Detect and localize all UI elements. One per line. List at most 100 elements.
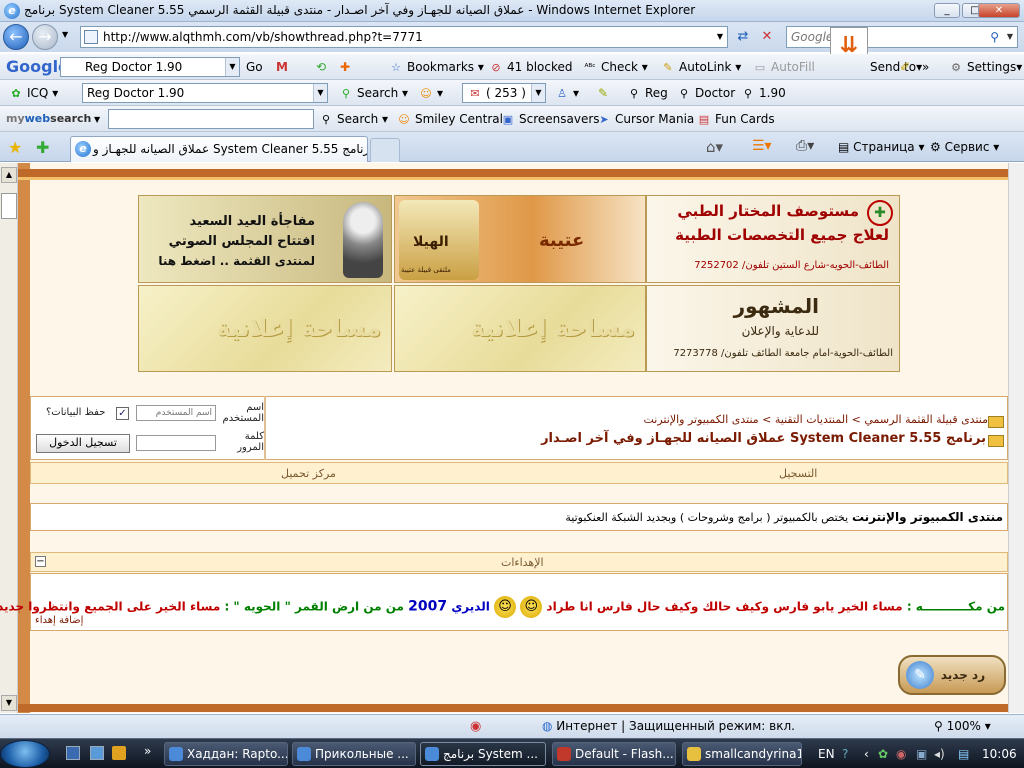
- counter-box[interactable]: ✉ ( 253 ) ▼: [462, 83, 546, 103]
- address-dropdown-icon[interactable]: ▼: [717, 27, 723, 47]
- google-search-input[interactable]: Reg Doctor 1.90 ▼: [60, 57, 240, 77]
- page-menu[interactable]: ▤ Страница ▾: [838, 140, 925, 154]
- privacy-icon[interactable]: ◉: [470, 719, 481, 734]
- search-input[interactable]: Google ⚲ ▼: [786, 26, 1018, 48]
- show-desktop-icon[interactable]: [66, 746, 80, 760]
- popup-blocker-button[interactable]: ⊘ 41 blocked: [488, 57, 572, 77]
- spell-icon[interactable]: ⟲: [316, 57, 326, 77]
- right-scrollbar-track[interactable]: [1008, 163, 1024, 713]
- icq-dropdown-icon[interactable]: ▼: [313, 84, 327, 102]
- go-button[interactable]: Go: [246, 57, 263, 77]
- sendto-button[interactable]: Send to▾: [870, 57, 922, 77]
- version-button[interactable]: ⚲ 1.90: [740, 83, 786, 103]
- refresh-icon[interactable]: ⇄: [732, 26, 754, 48]
- autofill-button[interactable]: ▭ AutoFill: [752, 57, 815, 77]
- tools-menu[interactable]: ⚙ Сервис ▾: [930, 140, 999, 154]
- mws-search-button[interactable]: ⚲ Search ▾: [318, 109, 388, 129]
- add-dedication-link[interactable]: إضافة إهداء: [35, 615, 83, 626]
- upload-center-link[interactable]: مركز تحميل: [281, 467, 336, 480]
- tray-network-icon[interactable]: ▣: [916, 742, 927, 766]
- task-button[interactable]: smallcandyrina1: [682, 742, 802, 766]
- scroll-thumb[interactable]: [1, 193, 17, 219]
- highlighter-icon[interactable]: ✐: [900, 57, 910, 77]
- register-link[interactable]: التسجيل: [779, 467, 817, 480]
- tray-display-icon[interactable]: ▤: [958, 742, 969, 766]
- scroll-down-icon[interactable]: ▼: [1, 695, 17, 711]
- puzzle-icon[interactable]: ✚: [340, 57, 350, 77]
- ad-space-2[interactable]: مساحة إعلانية: [138, 285, 392, 372]
- ad-clinic[interactable]: مستوصف المختار الطبي لعلاج جميع التخصصات…: [646, 195, 900, 283]
- minimize-button[interactable]: _: [934, 3, 960, 18]
- screensavers-button[interactable]: ▣ Screensavers: [500, 109, 600, 129]
- ad-space-1[interactable]: مساحة إعلانية: [394, 285, 646, 372]
- task-button-active[interactable]: برنامج System ...: [420, 742, 546, 766]
- stop-icon[interactable]: ✕: [756, 26, 778, 48]
- breadcrumb-root[interactable]: منتدى قبيلة القثمة الرسمي: [864, 413, 988, 426]
- tab-active[interactable]: e عملاق الصيانه للجهـاز و System Cleaner…: [70, 136, 368, 162]
- smiley-central-button[interactable]: ☺ Smiley Central: [396, 109, 503, 129]
- mws-dropdown-icon[interactable]: ▼: [94, 115, 100, 124]
- username-input[interactable]: اسم المستخدم: [136, 405, 216, 421]
- icq-search-button[interactable]: ⚲ Search ▾: [338, 83, 408, 103]
- settings-button[interactable]: ⚙ Settings▾: [948, 57, 1022, 77]
- reg-button[interactable]: ⚲ Reg: [626, 83, 668, 103]
- smiley-dropdown[interactable]: ☺ ▾: [418, 83, 443, 103]
- switch-windows-icon[interactable]: [90, 746, 104, 760]
- print-icon[interactable]: ⎙▾: [796, 138, 814, 154]
- icq-search-input[interactable]: Reg Doctor 1.90 ▼: [82, 83, 328, 103]
- quicklaunch-more-icon[interactable]: »: [144, 744, 151, 758]
- tray-antivirus-icon[interactable]: ◉: [896, 742, 906, 766]
- ad-voice-chat[interactable]: مفاجأة العيد السعيد افتتاح المجلس الصوتي…: [138, 195, 392, 283]
- ad-mashhoor[interactable]: المشهور للدعاية والإعلان الطائف-الحوية-ا…: [646, 285, 900, 372]
- start-button[interactable]: [0, 740, 50, 768]
- collapse-icon[interactable]: −: [35, 556, 46, 567]
- gmail-icon[interactable]: M: [276, 57, 288, 77]
- remember-checkbox[interactable]: ✓: [116, 407, 129, 420]
- bookmarks-button[interactable]: ☆ Bookmarks ▾: [388, 57, 484, 77]
- scroll-up-icon[interactable]: ▲: [1, 167, 17, 183]
- ad-otaibah[interactable]: الهيلا ملتقى قبيلة عتيبة عتيبة: [394, 195, 646, 283]
- zoom-control[interactable]: ⚲ 100% ▾: [934, 719, 991, 733]
- breadcrumb-forum[interactable]: منتدى الكمبيوتر والإنترنت: [644, 413, 759, 426]
- search-options-icon[interactable]: ▼: [1007, 27, 1013, 47]
- google-dropdown-icon[interactable]: ▼: [225, 58, 239, 76]
- zone-info[interactable]: ◍ Интернет | Защищенный режим: вкл.: [542, 719, 795, 733]
- mywebsearch-input[interactable]: [108, 109, 314, 129]
- media-player-icon[interactable]: [112, 746, 126, 760]
- add-favorite-icon[interactable]: ✚: [36, 138, 49, 157]
- search-icon[interactable]: ⚲: [990, 27, 999, 47]
- task-button[interactable]: Прикольные ...: [292, 742, 416, 766]
- counter-dropdown-icon[interactable]: ▼: [531, 84, 545, 102]
- password-input[interactable]: [136, 435, 216, 451]
- new-tab-button[interactable]: [370, 138, 400, 162]
- tray-volume-icon[interactable]: ◂): [934, 742, 945, 766]
- history-dropdown-icon[interactable]: ▼: [62, 30, 68, 39]
- fun-cards-button[interactable]: ▤ Fun Cards: [696, 109, 775, 129]
- home-icon[interactable]: ⌂▾: [706, 138, 723, 156]
- doctor-button[interactable]: ⚲ Doctor: [676, 83, 735, 103]
- more-button[interactable]: »: [922, 57, 929, 77]
- cursor-mania-button[interactable]: ➤ Cursor Mania: [596, 109, 694, 129]
- icq-button[interactable]: ✿ ICQ ▾: [8, 83, 58, 103]
- favorites-star-icon[interactable]: ★: [8, 138, 22, 157]
- person-dropdown[interactable]: ♙ ▾: [554, 83, 579, 103]
- help-icon[interactable]: ?: [842, 742, 848, 766]
- task-button[interactable]: Default - Flash...: [552, 742, 676, 766]
- left-scrollbar[interactable]: ▲ ▼: [0, 163, 18, 713]
- address-bar[interactable]: http://www.alqthmh.com/vb/showthread.php…: [80, 26, 728, 48]
- language-indicator[interactable]: EN: [818, 742, 835, 766]
- clock[interactable]: 10:06: [982, 742, 1017, 766]
- forward-button[interactable]: →: [32, 24, 58, 50]
- feeds-icon[interactable]: ☰▾: [752, 138, 772, 154]
- back-button[interactable]: ←: [3, 24, 29, 50]
- autolink-button[interactable]: ✎ AutoLink ▾: [660, 57, 741, 77]
- eraser-icon[interactable]: ✎: [598, 83, 608, 103]
- task-button[interactable]: Хаддан: Rapto...: [164, 742, 288, 766]
- new-reply-button[interactable]: ✎ رد جديد: [898, 655, 1006, 695]
- login-button[interactable]: تسجيل الدخول: [36, 434, 130, 453]
- tray-arrow-icon[interactable]: ‹: [864, 742, 869, 766]
- check-button[interactable]: ᴬᴮᶜ Check ▾: [582, 57, 647, 77]
- close-button[interactable]: ✕: [978, 3, 1020, 18]
- breadcrumb-section[interactable]: المنتديات التقنية: [775, 413, 848, 426]
- tray-app-icon[interactable]: ✿: [878, 742, 888, 766]
